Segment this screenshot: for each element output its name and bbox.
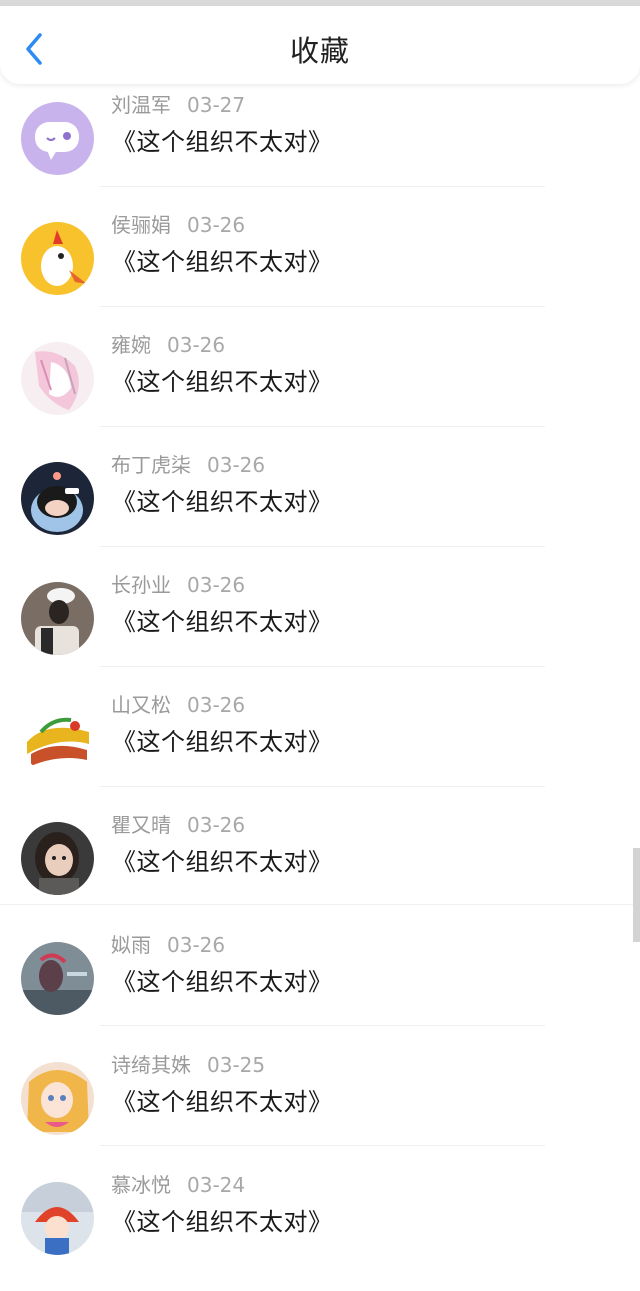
author-name[interactable]: 慕冰悦 bbox=[111, 1173, 171, 1197]
topic-title[interactable]: 《这个组织不太对》 bbox=[112, 362, 333, 397]
author-name[interactable]: 雍婉 bbox=[111, 333, 151, 357]
avatar[interactable] bbox=[21, 1182, 94, 1255]
divider bbox=[100, 786, 545, 787]
list-item[interactable]: 布丁虎柒 03-26 《这个组织不太对》 bbox=[0, 451, 640, 571]
divider bbox=[100, 1145, 545, 1146]
list-item[interactable]: 诗绮其姝 03-25 《这个组织不太对》 bbox=[0, 1051, 640, 1171]
list-item[interactable]: 瞿又晴 03-26 《这个组织不太对》 bbox=[0, 811, 640, 931]
author-meta: 山又松 03-26 bbox=[111, 689, 245, 718]
post-date: 03-26 bbox=[187, 213, 246, 237]
post-date: 03-26 bbox=[187, 693, 246, 717]
topic-title[interactable]: 《这个组织不太对》 bbox=[112, 842, 333, 877]
avatar[interactable] bbox=[21, 462, 94, 535]
author-meta: 刘温军 03-27 bbox=[111, 89, 245, 118]
topic-title[interactable]: 《这个组织不太对》 bbox=[112, 242, 333, 277]
author-meta: 侯骊娟 03-26 bbox=[111, 209, 245, 238]
divider bbox=[100, 546, 545, 547]
author-name[interactable]: 山又松 bbox=[111, 693, 171, 717]
author-name[interactable]: 诗绮其姝 bbox=[111, 1053, 191, 1077]
topic-title[interactable]: 《这个组织不太对》 bbox=[112, 1202, 333, 1237]
post-date: 03-24 bbox=[187, 1173, 246, 1197]
author-name[interactable]: 长孙业 bbox=[111, 573, 171, 597]
topic-title[interactable]: 《这个组织不太对》 bbox=[112, 1082, 333, 1117]
avatar[interactable] bbox=[21, 942, 94, 1015]
divider bbox=[0, 904, 640, 905]
post-date: 03-25 bbox=[207, 1053, 266, 1077]
avatar[interactable] bbox=[21, 1062, 94, 1135]
list-item[interactable]: 慕冰悦 03-24 《这个组织不太对》 bbox=[0, 1171, 640, 1291]
divider bbox=[100, 666, 545, 667]
author-meta: 长孙业 03-26 bbox=[111, 569, 245, 598]
post-date: 03-26 bbox=[167, 333, 226, 357]
topic-title[interactable]: 《这个组织不太对》 bbox=[112, 602, 333, 637]
topic-title[interactable]: 《这个组织不太对》 bbox=[112, 122, 333, 157]
avatar[interactable] bbox=[21, 702, 94, 775]
author-meta: 诗绮其姝 03-25 bbox=[111, 1049, 265, 1078]
post-date: 03-26 bbox=[187, 813, 246, 837]
post-date: 03-27 bbox=[187, 93, 246, 117]
author-meta: 雍婉 03-26 bbox=[111, 329, 225, 358]
author-name[interactable]: 侯骊娟 bbox=[111, 213, 171, 237]
topic-title[interactable]: 《这个组织不太对》 bbox=[112, 722, 333, 757]
list-item[interactable]: 侯骊娟 03-26 《这个组织不太对》 bbox=[0, 211, 640, 331]
post-date: 03-26 bbox=[167, 933, 226, 957]
list-item[interactable]: 刘温军 03-27 《这个组织不太对》 bbox=[0, 91, 640, 211]
list-item[interactable]: 姒雨 03-26 《这个组织不太对》 bbox=[0, 931, 640, 1051]
post-date: 03-26 bbox=[207, 453, 266, 477]
avatar[interactable] bbox=[21, 222, 94, 295]
author-meta: 慕冰悦 03-24 bbox=[111, 1169, 245, 1198]
author-name[interactable]: 刘温军 bbox=[111, 93, 171, 117]
avatar[interactable] bbox=[21, 342, 94, 415]
author-name[interactable]: 瞿又晴 bbox=[111, 813, 171, 837]
scrollbar[interactable] bbox=[633, 848, 640, 942]
list-item[interactable]: 长孙业 03-26 《这个组织不太对》 bbox=[0, 571, 640, 691]
author-name[interactable]: 布丁虎柒 bbox=[111, 453, 191, 477]
author-meta: 姒雨 03-26 bbox=[111, 929, 225, 958]
divider bbox=[100, 426, 545, 427]
divider bbox=[100, 186, 545, 187]
topic-title[interactable]: 《这个组织不太对》 bbox=[112, 482, 333, 517]
author-name[interactable]: 姒雨 bbox=[111, 933, 151, 957]
author-meta: 布丁虎柒 03-26 bbox=[111, 449, 265, 478]
nav-header: 收藏 bbox=[0, 6, 640, 84]
avatar[interactable] bbox=[21, 822, 94, 895]
topic-title[interactable]: 《这个组织不太对》 bbox=[112, 962, 333, 997]
author-meta: 瞿又晴 03-26 bbox=[111, 809, 245, 838]
page-title: 收藏 bbox=[289, 34, 350, 68]
divider bbox=[100, 306, 545, 307]
avatar[interactable] bbox=[21, 582, 94, 655]
list-item[interactable]: 山又松 03-26 《这个组织不太对》 bbox=[0, 691, 640, 811]
post-date: 03-26 bbox=[187, 573, 246, 597]
avatar[interactable] bbox=[21, 102, 94, 175]
divider bbox=[100, 1025, 545, 1026]
list-item[interactable]: 雍婉 03-26 《这个组织不太对》 bbox=[0, 331, 640, 451]
